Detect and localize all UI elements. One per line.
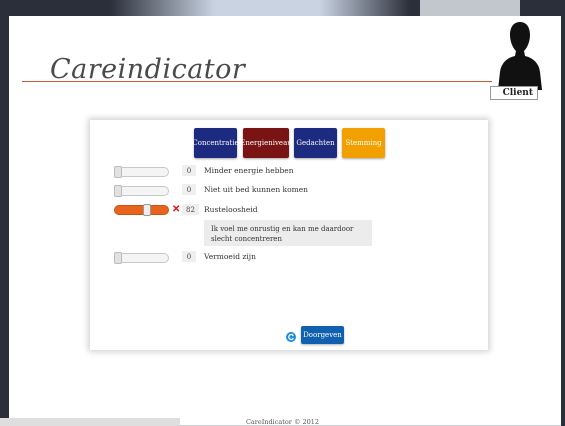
tab-gedachten[interactable]: Gedachten [294,128,337,158]
value-rusteloosheid: 82 [182,204,199,215]
slider-handle[interactable] [114,166,122,178]
tab-energieniveau[interactable]: Energieniveau [240,128,292,158]
slider-handle[interactable] [114,185,122,197]
label-vermoeid: Vermoeid zijn [204,252,256,261]
window-top-bar [0,0,565,16]
tab-stemming[interactable]: Stemming [342,128,385,158]
comment-field[interactable]: Ik voel me onrustig en kan me daardoor s… [204,220,372,246]
logo-text: Careindicator [50,54,246,85]
window-left-edge [0,16,9,426]
window-right-edge [561,16,565,426]
slider-niet-uit-bed[interactable] [114,185,169,197]
label-minder-energie: Minder energie hebben [204,166,294,175]
tab-concentratie[interactable]: Concentratie [192,128,239,158]
value-minder-energie: 0 [182,165,196,176]
clear-x-icon[interactable]: ✕ [172,205,181,215]
value-niet-uit-bed: 0 [182,184,196,195]
slider-handle[interactable] [143,204,151,216]
label-niet-uit-bed: Niet uit bed kunnen komen [204,185,308,194]
user-avatar-icon[interactable] [498,20,542,90]
value-vermoeid: 0 [182,251,196,262]
slider-minder-energie[interactable] [114,166,169,178]
slider-vermoeid[interactable] [114,252,169,264]
slider-rusteloosheid[interactable] [114,204,169,216]
user-role-label: Client [490,86,538,100]
label-rusteloosheid: Rusteloosheid [204,205,258,214]
slider-handle[interactable] [114,252,122,264]
careindicator-logo: Careindicator [22,48,492,96]
footer-copyright: CareIndicator © 2012 [245,418,320,426]
refresh-icon[interactable] [286,332,296,342]
submit-button[interactable]: Doorgeven [301,326,344,344]
